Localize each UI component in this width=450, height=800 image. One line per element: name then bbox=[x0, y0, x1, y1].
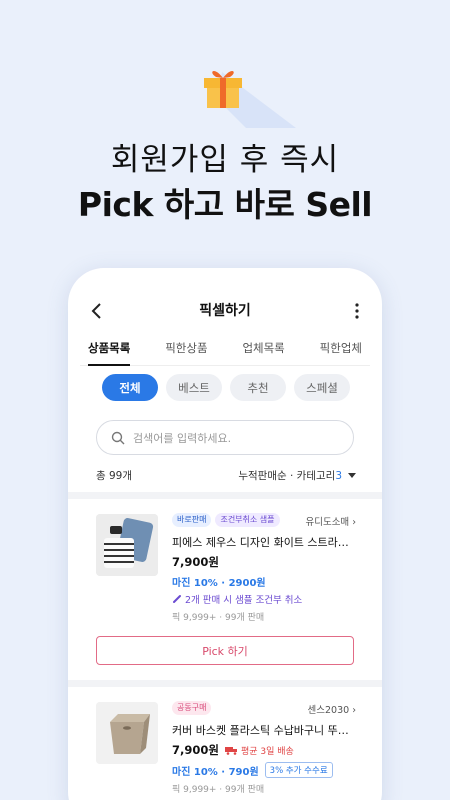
product-info: 바로판매 조건부취소 샘플 유디도소매 › 피에스 제우스 디자인 화이트 스트… bbox=[172, 512, 356, 623]
sort-label: 누적판매순 · 카테고리 bbox=[238, 470, 336, 482]
margin-text: 마진 10% · 790원 bbox=[172, 766, 259, 778]
product-stats: 픽 9,999+ · 99개 판매 bbox=[172, 785, 265, 795]
gift-box-icon bbox=[204, 70, 296, 128]
chip-special[interactable]: 스페셜 bbox=[294, 374, 350, 401]
product-stats: 픽 9,999+ · 99개 판매 bbox=[172, 613, 265, 623]
truck-icon bbox=[224, 746, 237, 755]
seller-name: 유디도소매 bbox=[305, 517, 350, 528]
app-bar: 픽셀하기 bbox=[68, 296, 382, 326]
search-input[interactable]: 검색어를 입력하세요. bbox=[96, 420, 354, 455]
search-icon bbox=[111, 431, 125, 444]
tab-product-list[interactable]: 상품목록 bbox=[80, 336, 138, 366]
caret-down-icon bbox=[348, 472, 356, 478]
badge-group-buy: 공동구매 bbox=[172, 701, 212, 715]
product-margin: 마진 10% · 790원 3% 추가 수수료 bbox=[172, 762, 356, 778]
product-image bbox=[96, 514, 158, 576]
tab-picked-vendors[interactable]: 픽한업체 bbox=[312, 336, 370, 365]
badge-conditional-cancel: 조건부취소 샘플 bbox=[215, 513, 280, 527]
product-price: 7,900원 평균 3일 배송 bbox=[172, 742, 356, 758]
product-image bbox=[96, 702, 158, 764]
search-placeholder: 검색어를 입력하세요. bbox=[133, 431, 232, 445]
chip-all[interactable]: 전체 bbox=[102, 374, 158, 401]
page-title: 픽셀하기 bbox=[199, 303, 251, 319]
product-name: 피에스 제우스 디자인 화이트 스트라이… bbox=[172, 536, 356, 549]
list-summary: 총 99개 누적판매순 · 카테고리 3 bbox=[96, 468, 356, 484]
chip-recommended[interactable]: 추천 bbox=[230, 374, 286, 401]
delivery-note: 평균 3일 배송 bbox=[224, 744, 294, 757]
total-count: 총 99개 bbox=[96, 470, 133, 482]
phone-screen: 픽셀하기 상품목록 픽한상품 업체목록 픽한업체 전체 베스트 추천 스페셜 검… bbox=[68, 268, 382, 800]
seller-link[interactable]: 센스2030 › bbox=[308, 702, 357, 716]
tab-bar: 상품목록 픽한상품 업체목록 픽한업체 bbox=[80, 336, 370, 366]
price-value: 7,900원 bbox=[172, 743, 219, 757]
product-margin: 마진 10% · 2900원 bbox=[172, 578, 266, 589]
product-name: 커버 바스켓 플라스틱 수납바구니 뚜껑… bbox=[172, 724, 356, 737]
tab-picked-products[interactable]: 픽한상품 bbox=[157, 336, 215, 365]
price-value: 7,900원 bbox=[172, 555, 219, 569]
section-divider bbox=[68, 680, 382, 687]
link-icon bbox=[173, 595, 181, 603]
pick-button[interactable]: Pick 하기 bbox=[96, 636, 354, 665]
promo-note: 2개 판매 시 샘플 조건부 취소 bbox=[172, 592, 356, 606]
product-price: 7,900원 bbox=[172, 554, 356, 570]
hero-subheadline: Pick 하고 바로 Sell bbox=[77, 185, 373, 224]
category-count: 3 bbox=[335, 469, 342, 482]
seller-name: 센스2030 bbox=[307, 705, 350, 716]
seller-link[interactable]: 유디도소매 › bbox=[305, 514, 356, 528]
more-options-icon[interactable] bbox=[354, 302, 360, 320]
sort-dropdown[interactable]: 누적판매순 · 카테고리 3 bbox=[238, 468, 356, 483]
filter-chips: 전체 베스트 추천 스페셜 bbox=[102, 374, 350, 401]
badge-direct-sale: 바로판매 bbox=[172, 513, 212, 527]
section-divider bbox=[68, 492, 382, 499]
chip-best[interactable]: 베스트 bbox=[166, 374, 222, 401]
fee-badge: 3% 추가 수수료 bbox=[264, 762, 333, 778]
product-info: 공동구매 센스2030 › 커버 바스켓 플라스틱 수납바구니 뚜껑… 7,90… bbox=[172, 700, 356, 795]
delivery-text: 평균 3일 배송 bbox=[240, 746, 294, 757]
tab-vendor-list[interactable]: 업체목록 bbox=[234, 336, 292, 365]
promo-text: 2개 판매 시 샘플 조건부 취소 bbox=[185, 595, 303, 606]
hero-headline: 회원가입 후 즉시 bbox=[110, 142, 340, 178]
